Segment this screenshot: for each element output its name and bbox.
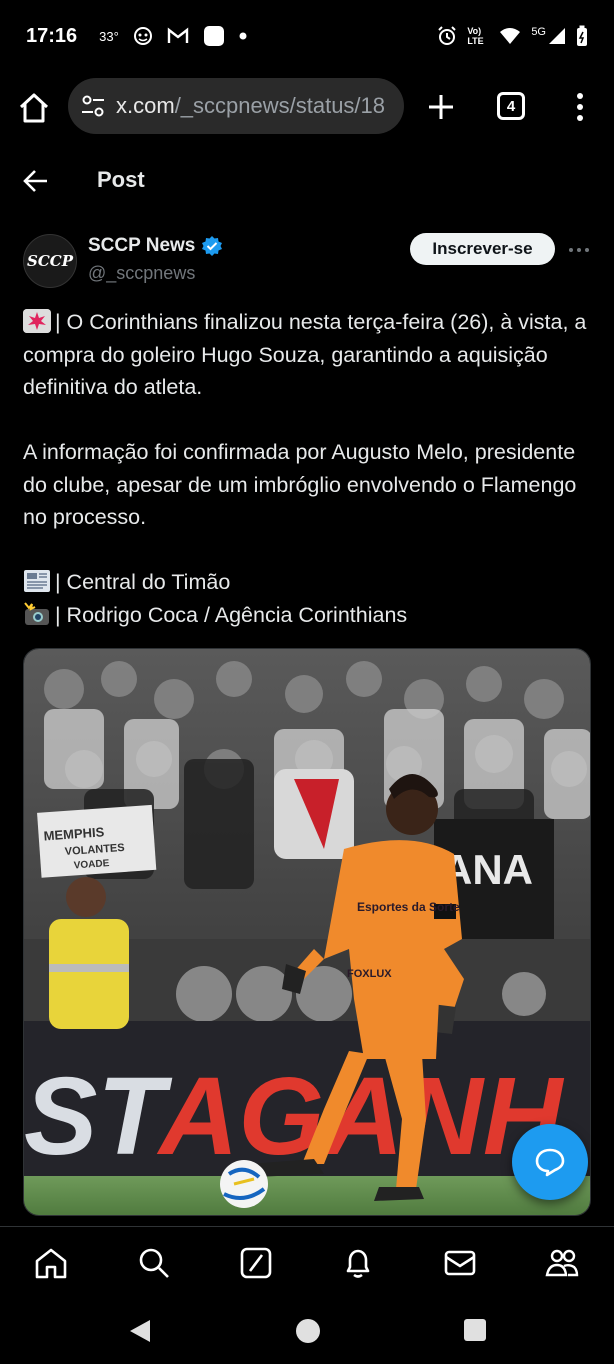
author-name-link[interactable]: SCCP News	[88, 235, 223, 257]
tweet-credit-1: | Central do Timão	[23, 566, 593, 599]
site-settings-icon[interactable]	[80, 93, 106, 119]
nav-grok[interactable]	[238, 1245, 274, 1281]
post-photo[interactable]: MEMPHIS VOLANTES VOADE ANA ST AGANH Espo…	[23, 648, 591, 1216]
grok-icon	[240, 1247, 272, 1279]
system-navigation-bar	[0, 1298, 614, 1364]
new-tab-button[interactable]	[424, 90, 458, 124]
nav-communities[interactable]	[544, 1245, 580, 1281]
chat-bubble-icon	[535, 1148, 565, 1177]
status-bar: 17:16 33° Vo) LTE 5G	[0, 0, 614, 72]
arrow-left-icon	[23, 170, 47, 192]
alarm-icon	[437, 26, 457, 46]
more-horiz-icon	[569, 248, 589, 252]
status-notifications: 33°	[99, 25, 247, 47]
shirt-sponsor-text-2: FOXLUX	[347, 968, 392, 980]
tweet-text: | O Corinthians finalizou nesta terça-fe…	[23, 306, 593, 631]
camera-flash-emoji-icon	[23, 601, 51, 626]
browser-home-button[interactable]	[16, 90, 52, 126]
system-home-button[interactable]	[295, 1318, 321, 1349]
cell-signal-icon	[548, 27, 566, 45]
subscribe-button[interactable]: Inscrever-se	[410, 233, 555, 265]
circle-home-icon	[296, 1319, 320, 1343]
app-notification-icon	[133, 26, 153, 46]
status-system-icons: Vo) LTE 5G	[437, 25, 588, 47]
battery-icon	[576, 25, 588, 47]
volte-indicator: Vo) LTE	[467, 26, 484, 46]
app-square-icon	[203, 25, 225, 47]
nav-notifications[interactable]	[340, 1245, 376, 1281]
more-vert-icon	[577, 93, 583, 121]
siren-emoji-icon	[23, 309, 51, 333]
mail-icon	[444, 1250, 476, 1276]
newspaper-emoji-icon	[23, 569, 51, 593]
nav-search[interactable]	[136, 1245, 172, 1281]
status-time: 17:16	[26, 24, 78, 47]
ad-board-text-1: ST	[24, 1055, 172, 1178]
bell-icon	[346, 1249, 370, 1278]
bottom-navigation	[0, 1226, 614, 1298]
goalkeeper-photo: MEMPHIS VOLANTES VOADE ANA ST AGANH Espo…	[24, 649, 590, 1215]
tweet-paragraph-1-text: | O Corinthians finalizou nesta terça-fe…	[23, 310, 587, 399]
compose-button[interactable]	[512, 1124, 588, 1200]
tweet-paragraph-1: | O Corinthians finalizou nesta terça-fe…	[23, 306, 593, 404]
url-path: /_sccpnews/status/18	[174, 93, 386, 118]
author-row: SCCP SCCP News @_sccpnews Inscrever-se	[0, 230, 614, 290]
url-text[interactable]: x.com/_sccpnews/status/18	[116, 93, 385, 119]
home-icon	[19, 93, 49, 123]
address-bar[interactable]: x.com/_sccpnews/status/18	[68, 78, 404, 134]
nav-home[interactable]	[33, 1245, 69, 1281]
tweet-credit-2: | Rodrigo Coca / Agência Corinthians	[23, 599, 593, 632]
system-back-button[interactable]	[128, 1318, 152, 1349]
search-icon	[139, 1248, 169, 1278]
back-button[interactable]	[22, 168, 50, 194]
home-icon	[35, 1248, 67, 1279]
gmail-icon	[167, 27, 189, 45]
tweet-paragraph-2: A informação foi confirmada por Augusto …	[23, 440, 577, 529]
tab-switcher-button[interactable]: 4	[497, 92, 525, 120]
browser-toolbar: x.com/_sccpnews/status/18 4	[0, 78, 614, 136]
post-more-button[interactable]	[568, 242, 590, 258]
communities-icon	[545, 1249, 579, 1277]
more-notifications-dot-icon	[239, 32, 247, 40]
wifi-icon	[499, 27, 521, 45]
author-handle[interactable]: @_sccpnews	[88, 263, 195, 284]
network-type-label: 5G	[531, 26, 546, 38]
page-title: Post	[97, 167, 145, 192]
browser-menu-button[interactable]	[568, 90, 592, 124]
plus-icon	[429, 95, 453, 119]
square-recents-icon	[464, 1319, 486, 1341]
url-domain: x.com	[116, 93, 175, 118]
system-recents-button[interactable]	[463, 1318, 487, 1347]
shirt-sponsor-text: Esportes da Sorte	[357, 900, 460, 914]
tweet-credit-2-text: | Rodrigo Coca / Agência Corinthians	[55, 602, 408, 627]
author-name: SCCP News	[88, 235, 196, 256]
post-header: Post	[0, 158, 614, 204]
verified-badge-icon	[202, 236, 223, 256]
triangle-back-icon	[130, 1320, 150, 1342]
weather-temperature: 33°	[99, 28, 119, 44]
tweet-credit-1-text: | Central do Timão	[55, 570, 231, 594]
nav-messages[interactable]	[442, 1245, 478, 1281]
avatar[interactable]: SCCP	[23, 234, 77, 288]
